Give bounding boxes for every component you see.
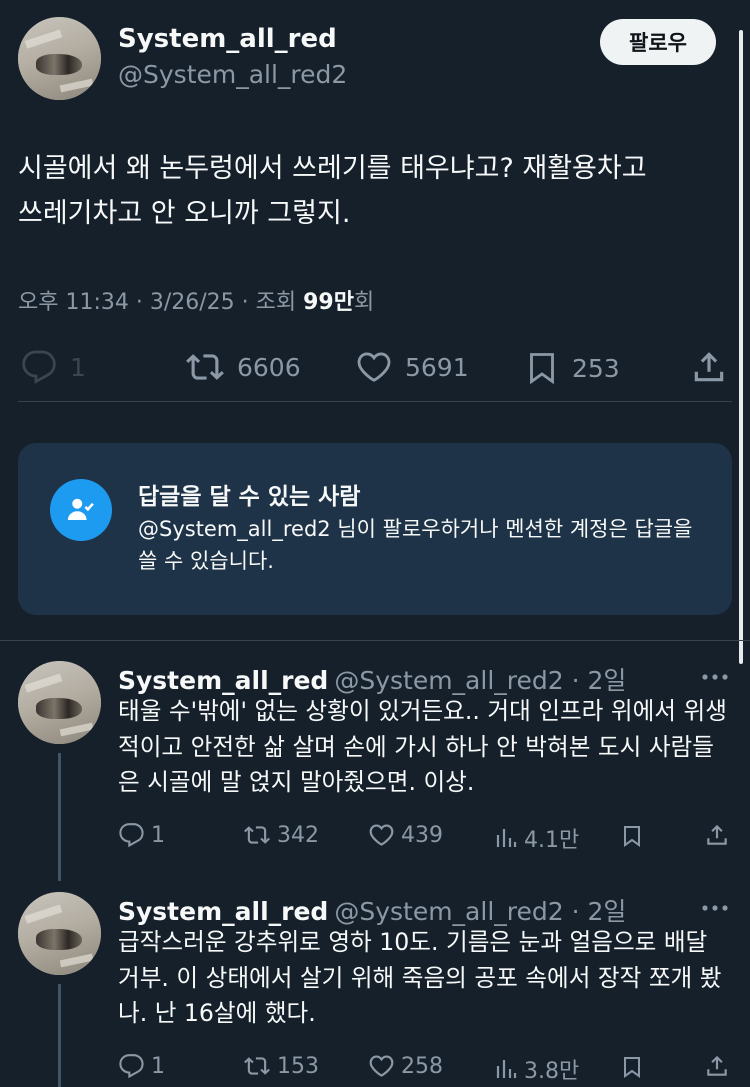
views-icon (496, 1060, 517, 1078)
retweet-icon (186, 354, 224, 380)
retweet-button[interactable]: 6606 (185, 348, 301, 386)
reply-text: 태울 수'밖에' 없는 상황이 있거든요.. 거대 인프라 위에서 위생적이고 … (118, 697, 727, 796)
reply-count: 1 (151, 822, 165, 848)
reply-count: 1 (70, 352, 86, 382)
bookmark-icon (530, 353, 554, 385)
retweet-icon (244, 826, 270, 844)
reply-count: 1 (151, 1053, 165, 1079)
view-suffix: 회 (353, 290, 375, 315)
views-icon (496, 829, 517, 847)
heart-icon (369, 824, 394, 846)
divider (18, 401, 732, 402)
like-button[interactable]: 5691 (355, 349, 469, 385)
share-button[interactable] (690, 348, 728, 386)
like-count: 5691 (405, 352, 469, 382)
reply-icon (22, 350, 56, 384)
heart-icon (369, 1055, 394, 1077)
divider (0, 640, 750, 641)
heart-icon (357, 352, 391, 382)
reply-button[interactable]: 1 (118, 1053, 165, 1079)
tweet-time[interactable]: 오후 11:34 · 3/26/25 · 조회 (18, 290, 303, 315)
reply-restriction-box: 답글을 달 수 있는 사람 @System_all_red2 님이 팔로우하거나… (18, 443, 732, 615)
more-icon[interactable] (700, 669, 730, 688)
tweet-meta: 오후 11:34 · 3/26/25 · 조회 99만회 (18, 284, 374, 316)
more-icon[interactable] (700, 900, 730, 919)
reply-author-name[interactable]: System_all_red (118, 897, 328, 926)
reply-text: 급작스러운 강추위로 영하 10도. 기름은 눈과 얼음으로 배달 거부. 이 … (118, 928, 722, 1027)
reply-restriction-description: @System_all_red2 님이 팔로우하거나 멘션한 계정은 답글을 쓸… (138, 517, 693, 573)
tweet-text-line: 쓰레기차고 안 오니까 그렇지. (18, 198, 351, 229)
like-count: 258 (401, 1053, 443, 1079)
bookmark-button[interactable]: 253 (524, 348, 620, 388)
reply-header: System_all_red @System_all_red2 · 2일 (118, 892, 626, 928)
like-button[interactable]: 439 (368, 822, 443, 848)
thread-line (58, 753, 61, 881)
retweet-count: 153 (277, 1053, 319, 1079)
share-icon (707, 824, 727, 845)
reply-icon (119, 823, 144, 848)
like-button[interactable]: 258 (368, 1053, 443, 1079)
tweet-text-line: 시골에서 왜 논두렁에서 쓰레기를 태우냐고? 재활용차고 (18, 153, 647, 184)
reply-author-handle[interactable]: @System_all_red2 · 2일 (334, 666, 626, 695)
reply-header: System_all_red @System_all_red2 · 2일 (118, 661, 626, 697)
reply-icon (119, 1054, 144, 1079)
reply-button[interactable]: 1 (20, 349, 86, 385)
views-button[interactable]: 3.8만 (494, 1053, 579, 1085)
user-check-icon (50, 479, 112, 541)
tweet-text: 시골에서 왜 논두렁에서 쓰레기를 태우냐고? 재활용차고 쓰레기차고 안 오니… (18, 146, 733, 236)
author-handle[interactable]: @System_all_red2 (118, 60, 347, 89)
author-avatar[interactable] (18, 17, 101, 100)
like-count: 439 (401, 822, 443, 848)
author-name[interactable]: System_all_red (118, 24, 337, 54)
reply-author-handle[interactable]: @System_all_red2 · 2일 (334, 897, 626, 926)
follow-button[interactable]: 팔로우 (600, 19, 716, 65)
view-count: 4.1만 (524, 828, 580, 853)
reply-button[interactable]: 1 (118, 822, 165, 848)
retweet-icon (244, 1057, 270, 1075)
retweet-button[interactable]: 342 (243, 822, 319, 848)
bookmark-icon (624, 826, 640, 847)
retweet-count: 342 (277, 822, 319, 848)
retweet-button[interactable]: 153 (243, 1053, 319, 1079)
reply-avatar[interactable] (18, 892, 101, 975)
reply-restriction-title: 답글을 달 수 있는 사람 (138, 484, 361, 510)
view-count: 3.8만 (524, 1059, 580, 1084)
view-count: 99만 (303, 290, 354, 315)
share-button[interactable] (704, 1052, 730, 1080)
thread-line (58, 984, 61, 1087)
bookmark-icon (624, 1057, 640, 1078)
share-icon (694, 352, 724, 382)
reply-avatar[interactable] (18, 661, 101, 744)
bookmark-button[interactable] (620, 822, 644, 850)
bookmark-button[interactable] (620, 1053, 644, 1081)
retweet-count: 6606 (237, 352, 301, 382)
scrollbar[interactable] (739, 30, 743, 664)
views-button[interactable]: 4.1만 (494, 822, 579, 854)
share-icon (707, 1055, 727, 1076)
share-button[interactable] (704, 821, 730, 849)
reply-author-name[interactable]: System_all_red (118, 666, 328, 695)
bookmark-count: 253 (572, 353, 620, 383)
